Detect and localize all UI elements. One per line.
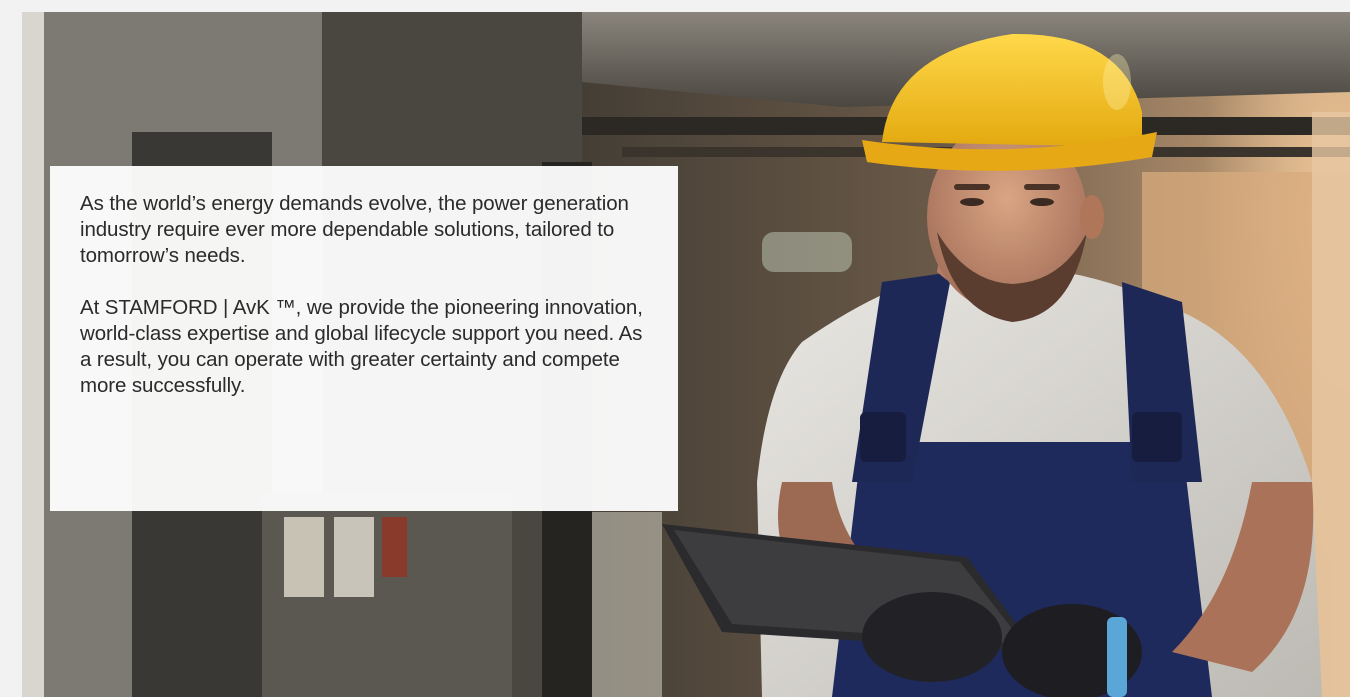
company-paragraph: At STAMFORD | AvK ™, we provide the pion… bbox=[80, 296, 643, 397]
intro-text-card: As the world’s energy demands evolve, th… bbox=[50, 166, 678, 511]
page: As the world’s energy demands evolve, th… bbox=[0, 0, 1350, 697]
intro-paragraph: As the world’s energy demands evolve, th… bbox=[80, 192, 629, 267]
